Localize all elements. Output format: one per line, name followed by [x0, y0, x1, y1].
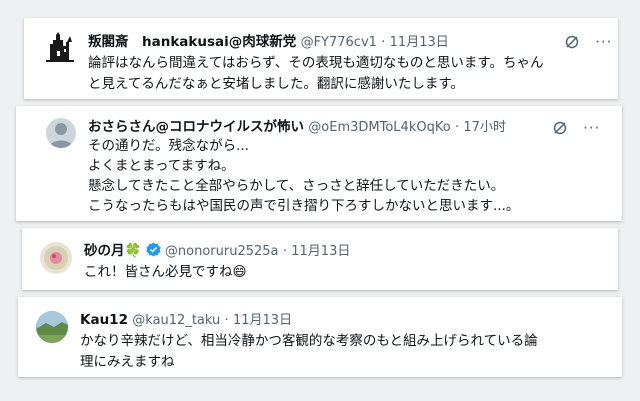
display-name[interactable]: おさらさん@コロナウイルスが怖い — [88, 119, 304, 135]
tweet-text: その通りだ。残念ながら... よくまとまってますね。 懸念してきたこと全部やらか… — [88, 138, 520, 214]
tweet-text-content: これ！皆さん必見ですね — [84, 264, 233, 280]
tweet-header: 叛閣斎 hankakusai@肉球新党 @FY776cv1 · 11月13日 — [88, 33, 449, 52]
tweet-header: Kau12 @kau12_taku · 11月13日 — [80, 311, 292, 330]
tweet-actions: ··· — [564, 31, 612, 51]
display-name[interactable]: 叛閣斎 hankakusai@肉球新党 — [88, 34, 296, 50]
tweet-card-3[interactable]: 砂の月🍀 @nonoruru2525a · 11月13日 これ！皆さん必見ですね… — [22, 228, 618, 290]
tweet-text: これ！皆さん必見ですね😄 — [84, 262, 584, 283]
avatar[interactable] — [46, 32, 74, 62]
timestamp[interactable]: 11月13日 — [233, 313, 292, 328]
display-name[interactable]: 砂の月 — [84, 243, 125, 259]
tweet-actions: ··· — [552, 117, 600, 137]
verified-badge-icon[interactable] — [146, 242, 161, 257]
tweet-header: おさらさん@コロナウイルスが怖い @oEm3DMToL4kOqKo · 17小时 — [88, 118, 506, 137]
separator: · — [224, 313, 229, 328]
sand-moon-avatar-icon — [44, 246, 68, 270]
timestamp[interactable]: 17小时 — [463, 120, 506, 135]
tweet-card-2[interactable]: おさらさん@コロナウイルスが怖い @oEm3DMToL4kOqKo · 17小时… — [16, 106, 622, 221]
castle-avatar-icon — [46, 32, 74, 62]
display-name[interactable]: Kau12 — [80, 312, 128, 328]
grok-icon[interactable] — [564, 34, 580, 50]
user-handle[interactable]: @kau12_taku — [132, 313, 220, 328]
user-handle[interactable]: @FY776cv1 — [301, 35, 377, 50]
avatar[interactable] — [36, 311, 68, 343]
default-avatar-icon — [49, 123, 73, 148]
timestamp[interactable]: 11月13日 — [390, 35, 449, 50]
user-handle[interactable]: @oEm3DMToL4kOqKo — [308, 120, 450, 135]
tweet-text: かなり辛辣だけど、相当冷静かつ客観的な考察のもと組み上げられている論 理にみえま… — [80, 333, 538, 370]
tweet-header: 砂の月🍀 @nonoruru2525a · 11月13日 — [84, 242, 350, 261]
user-handle[interactable]: @nonoruru2525a — [165, 244, 279, 259]
clover-emoji: 🍀 — [124, 243, 142, 259]
more-options-icon[interactable]: ··· — [583, 119, 600, 137]
timestamp[interactable]: 11月13日 — [291, 244, 350, 259]
separator: · — [454, 120, 460, 135]
separator: · — [381, 35, 386, 50]
grin-emoji: 😄 — [232, 264, 247, 280]
landscape-avatar-icon — [36, 311, 68, 343]
avatar[interactable] — [46, 118, 76, 148]
tweet-text: 論評はなんら間違えてはおらず、その表現も適切なものと思います。ちゃん と見えてる… — [88, 55, 544, 92]
avatar[interactable] — [40, 242, 72, 274]
separator: · — [282, 244, 287, 259]
tweet-card-1[interactable]: 叛閣斎 hankakusai@肉球新党 @FY776cv1 · 11月13日 ·… — [24, 18, 618, 99]
grok-icon[interactable] — [552, 120, 568, 136]
tweet-card-4[interactable]: Kau12 @kau12_taku · 11月13日 かなり辛辣だけど、相当冷静… — [18, 297, 622, 377]
more-options-icon[interactable]: ··· — [595, 33, 612, 51]
